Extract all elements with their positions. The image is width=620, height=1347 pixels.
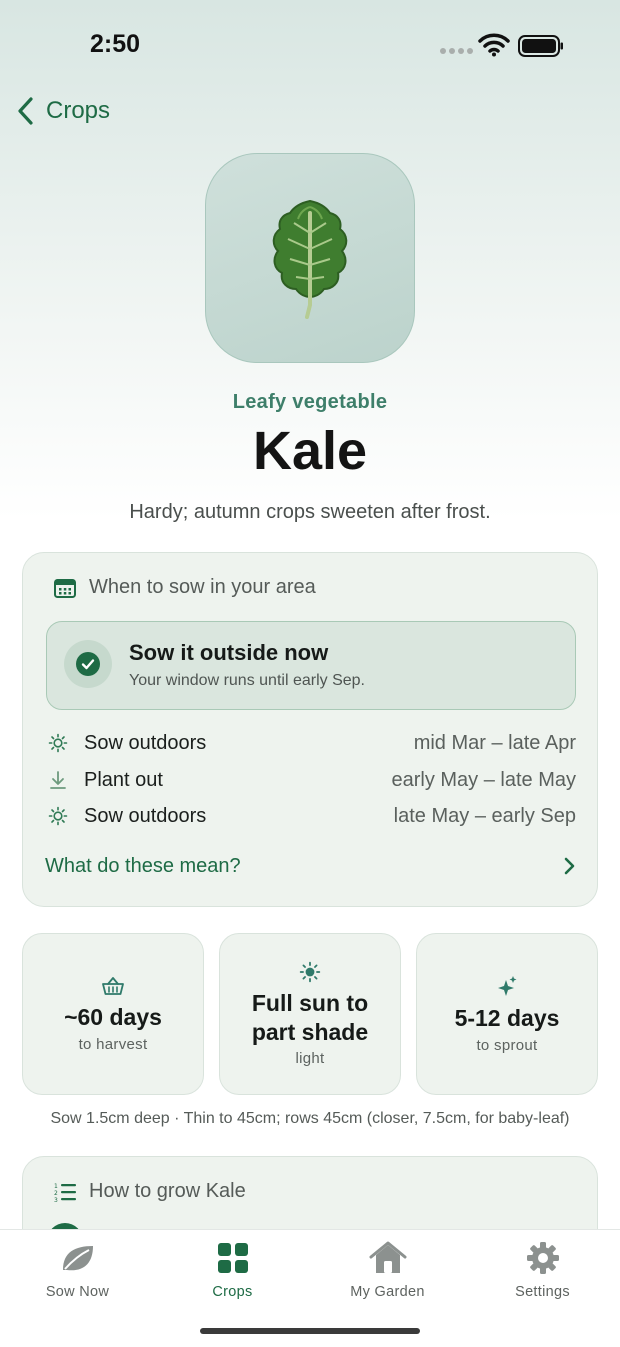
stat-value: ~60 days: [64, 1004, 162, 1031]
help-link-label: What do these mean?: [45, 854, 241, 877]
numbered-list-icon: 123: [54, 1183, 76, 1203]
tab-label: Sow Now: [45, 1284, 110, 1300]
stat-label: light: [295, 1050, 325, 1068]
grow-card-heading: 123 How to grow Kale: [53, 1180, 246, 1203]
stat-label: to sprout: [476, 1036, 538, 1054]
crop-description: Hardy; autumn crops sweeten after frost.: [129, 501, 491, 523]
schedule-range: early May – late May: [391, 768, 576, 791]
tab-my-garden[interactable]: My Garden: [310, 1240, 465, 1302]
chevron-left-icon: [18, 97, 33, 125]
status-time: 2:50: [90, 30, 141, 58]
sun-icon: [48, 733, 68, 753]
schedule-row: Sow outdoors late May – early Sep: [46, 802, 576, 830]
schedule-range: mid Mar – late Apr: [413, 731, 576, 754]
calendar-icon: [54, 578, 76, 598]
svg-text:2: 2: [54, 1190, 58, 1197]
kale-leaf-icon: [272, 199, 348, 319]
crop-image: [205, 153, 415, 363]
grow-card-heading-text: How to grow Kale: [89, 1180, 246, 1202]
status-check-badge: [64, 640, 112, 688]
back-label: Crops: [46, 97, 111, 124]
leaf-icon: [62, 1246, 93, 1271]
tab-label: Crops: [212, 1284, 253, 1300]
tab-crops[interactable]: Crops: [155, 1240, 310, 1302]
stat-value: 5-12 days: [454, 1005, 560, 1032]
sow-help-link[interactable]: What do these mean?: [45, 851, 577, 881]
schedule-label: Sow outdoors: [84, 731, 207, 754]
cellular-signal-icon: [440, 48, 473, 54]
stat-value: Full sun to part shade: [251, 989, 369, 1045]
stat-card-sprout: 5-12 days to sprout: [416, 933, 598, 1095]
arrow-down-icon: [50, 771, 66, 789]
stat-card-harvest: ~60 days to harvest: [22, 933, 204, 1095]
gear-icon: [526, 1242, 559, 1274]
sparkle-icon: [498, 976, 517, 997]
tab-label: My Garden: [350, 1284, 425, 1300]
wifi-icon: [478, 33, 510, 57]
schedule-range: late May – early Sep: [393, 804, 576, 827]
back-button[interactable]: Crops: [16, 92, 110, 130]
svg-text:3: 3: [54, 1197, 58, 1203]
schedule-row: Plant out early May – late May: [46, 766, 576, 794]
checkmark-icon: [81, 659, 95, 670]
grid-icon: [217, 1243, 248, 1273]
sow-timing-card: When to sow in your area Sow it outside …: [22, 552, 598, 907]
sow-card-heading: When to sow in your area: [53, 576, 316, 599]
house-icon: [369, 1241, 406, 1273]
home-indicator[interactable]: [200, 1328, 420, 1334]
basket-icon: [102, 977, 124, 996]
stat-label: to harvest: [78, 1035, 148, 1053]
crop-title: Kale: [252, 421, 368, 481]
sow-card-heading-text: When to sow in your area: [89, 576, 316, 598]
stat-card-light: Full sun to part shade light: [219, 933, 401, 1095]
tab-settings[interactable]: Settings: [465, 1240, 620, 1302]
sun-icon: [48, 806, 68, 826]
schedule-row: Sow outdoors mid Mar – late Apr: [46, 729, 576, 757]
svg-text:1: 1: [54, 1183, 58, 1190]
sowing-note: Sow 1.5cm deep · Thin to 45cm; rows 45cm…: [50, 1110, 570, 1127]
tab-label: Settings: [515, 1284, 570, 1300]
schedule-label: Sow outdoors: [84, 804, 207, 827]
status-subtitle: Your window runs until early Sep.: [129, 672, 365, 689]
crop-category: Leafy vegetable: [232, 391, 388, 413]
sun-icon: [299, 961, 321, 982]
chevron-right-icon: [564, 857, 575, 875]
schedule-label: Plant out: [84, 768, 163, 791]
sow-status-banner: Sow it outside now Your window runs unti…: [46, 621, 576, 710]
tab-sow-now[interactable]: Sow Now: [0, 1240, 155, 1302]
status-bar: 2:50: [0, 0, 620, 90]
status-title: Sow it outside now: [129, 640, 329, 665]
battery-icon: [518, 35, 563, 57]
